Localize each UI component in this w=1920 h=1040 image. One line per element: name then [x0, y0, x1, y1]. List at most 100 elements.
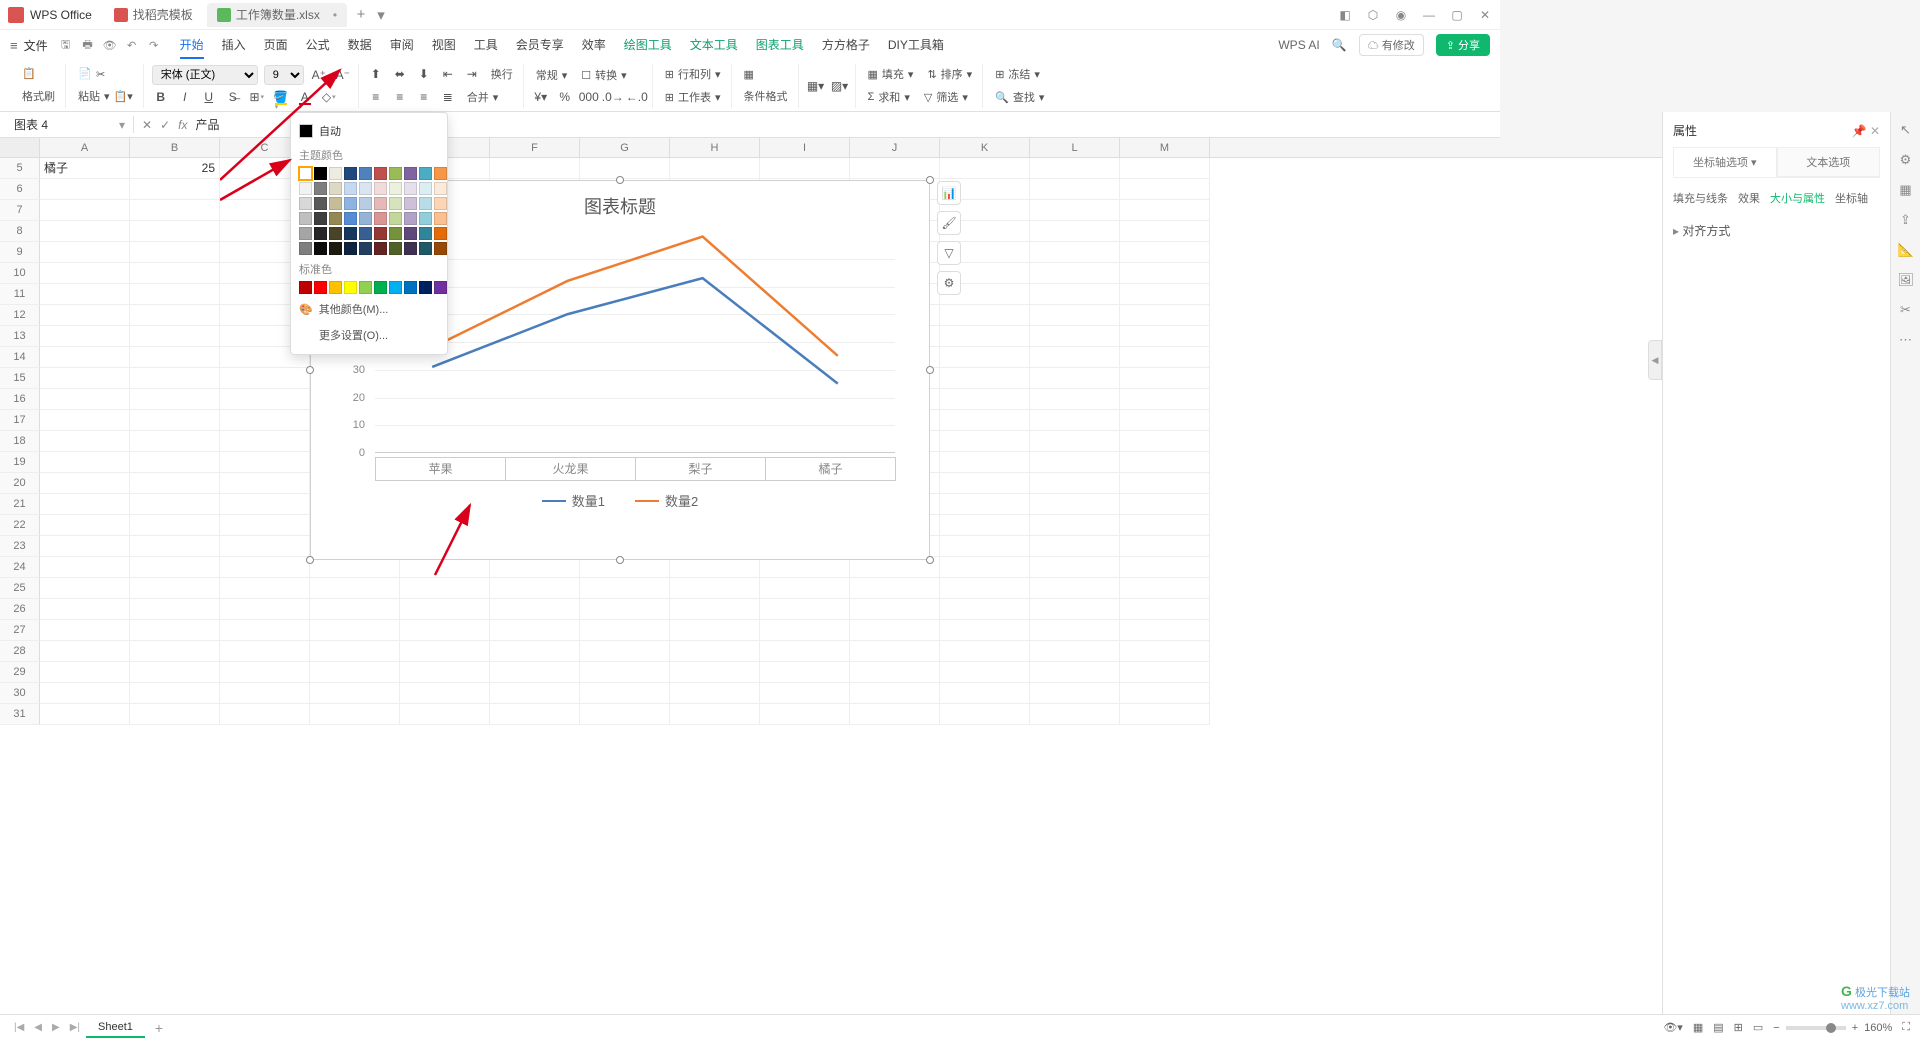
panel-collapse-button[interactable]: ◀: [1648, 340, 1662, 380]
align-center-icon[interactable]: ≡: [391, 88, 409, 106]
undo-icon[interactable]: ↶: [124, 37, 140, 53]
col-header[interactable]: F: [490, 138, 580, 157]
cell[interactable]: [670, 599, 760, 620]
cell[interactable]: [1120, 473, 1210, 494]
cell[interactable]: [1120, 158, 1210, 179]
menu-icon[interactable]: ≡: [10, 38, 18, 53]
row-header[interactable]: 26: [0, 599, 40, 620]
resize-handle[interactable]: [306, 556, 314, 564]
color-swatch[interactable]: [374, 212, 387, 225]
resize-handle[interactable]: [616, 176, 624, 184]
row-header[interactable]: 18: [0, 431, 40, 452]
cell[interactable]: [130, 179, 220, 200]
cell[interactable]: [1030, 389, 1120, 410]
cell-style-icon[interactable]: ▨▾: [831, 77, 849, 95]
cell[interactable]: [1120, 305, 1210, 326]
cell[interactable]: [670, 578, 760, 599]
plot-area[interactable]: [375, 231, 895, 453]
col-header[interactable]: B: [130, 138, 220, 157]
color-swatch[interactable]: [404, 197, 417, 210]
settings-tool-icon[interactable]: ⚙: [1898, 152, 1914, 168]
cell[interactable]: [1030, 683, 1120, 704]
cell[interactable]: [220, 494, 310, 515]
row-header[interactable]: 16: [0, 389, 40, 410]
cell[interactable]: [1030, 326, 1120, 347]
cell[interactable]: [130, 641, 220, 662]
tab-formula[interactable]: 公式: [306, 32, 330, 59]
row-header[interactable]: 14: [0, 347, 40, 368]
cell[interactable]: [220, 704, 310, 725]
indent-inc-icon[interactable]: ⇥: [463, 65, 481, 83]
cell[interactable]: [40, 473, 130, 494]
cell[interactable]: [1120, 410, 1210, 431]
color-swatch[interactable]: [389, 227, 402, 240]
cell[interactable]: [940, 704, 1030, 725]
cell[interactable]: [1120, 263, 1210, 284]
cell[interactable]: [220, 578, 310, 599]
color-swatch[interactable]: [419, 167, 432, 180]
color-swatch[interactable]: [419, 281, 432, 294]
cell[interactable]: 25: [130, 158, 220, 179]
x-tick-label[interactable]: 火龙果: [505, 457, 636, 481]
cell[interactable]: [1120, 536, 1210, 557]
cell[interactable]: [940, 494, 1030, 515]
tab-diy[interactable]: DIY工具箱: [888, 32, 944, 59]
filter-button[interactable]: ▽ 筛选▾: [920, 87, 972, 107]
color-swatch[interactable]: [329, 242, 342, 255]
color-swatch[interactable]: [374, 197, 387, 210]
cell[interactable]: [40, 179, 130, 200]
merge-button[interactable]: 合并▾: [463, 87, 503, 107]
color-swatch[interactable]: [404, 182, 417, 195]
cell[interactable]: [670, 158, 760, 179]
align-top-icon[interactable]: ⬆: [367, 65, 385, 83]
cell[interactable]: [940, 641, 1030, 662]
col-header[interactable]: J: [850, 138, 940, 157]
sheet-prev-icon[interactable]: ◀: [30, 1022, 46, 1033]
tab-text-tools[interactable]: 文本工具: [690, 32, 738, 59]
sheet-add-button[interactable]: +: [147, 1020, 171, 1036]
cell[interactable]: [310, 704, 400, 725]
cell[interactable]: [130, 284, 220, 305]
name-box[interactable]: 图表 4▾: [6, 116, 134, 133]
cell[interactable]: [1120, 452, 1210, 473]
color-swatch[interactable]: [344, 197, 357, 210]
cell[interactable]: [580, 704, 670, 725]
color-swatch[interactable]: [419, 227, 432, 240]
chart-filter-button[interactable]: ▽: [937, 241, 961, 265]
row-header[interactable]: 29: [0, 662, 40, 683]
color-swatch[interactable]: [419, 242, 432, 255]
color-swatch[interactable]: [359, 197, 372, 210]
print-icon[interactable]: 🖶: [80, 37, 96, 53]
row-header[interactable]: 15: [0, 368, 40, 389]
color-swatch[interactable]: [374, 167, 387, 180]
cell[interactable]: [220, 641, 310, 662]
color-swatch[interactable]: [419, 197, 432, 210]
view-reading-icon[interactable]: ▭: [1753, 1021, 1763, 1034]
color-swatch[interactable]: [404, 242, 417, 255]
color-swatch[interactable]: [314, 227, 327, 240]
row-header[interactable]: 9: [0, 242, 40, 263]
cell[interactable]: [130, 473, 220, 494]
cell[interactable]: [760, 557, 850, 578]
tab-view[interactable]: 视图: [432, 32, 456, 59]
cell[interactable]: [130, 305, 220, 326]
color-swatch[interactable]: [434, 182, 447, 195]
cell[interactable]: [40, 494, 130, 515]
tab-chart-tools[interactable]: 图表工具: [756, 32, 804, 59]
percent-icon[interactable]: %: [556, 88, 574, 106]
color-swatch[interactable]: [374, 242, 387, 255]
cat-effect[interactable]: 效果: [1738, 190, 1760, 206]
color-swatch[interactable]: [389, 197, 402, 210]
color-swatch[interactable]: [329, 197, 342, 210]
col-header[interactable]: A: [40, 138, 130, 157]
cancel-icon[interactable]: ✕: [142, 118, 152, 132]
cell[interactable]: [130, 389, 220, 410]
cell[interactable]: [220, 620, 310, 641]
row-header[interactable]: 8: [0, 221, 40, 242]
cell[interactable]: [490, 599, 580, 620]
cell[interactable]: [940, 473, 1030, 494]
cell[interactable]: [850, 620, 940, 641]
color-swatch[interactable]: [299, 242, 312, 255]
cell[interactable]: [130, 368, 220, 389]
color-swatch[interactable]: [329, 281, 342, 294]
